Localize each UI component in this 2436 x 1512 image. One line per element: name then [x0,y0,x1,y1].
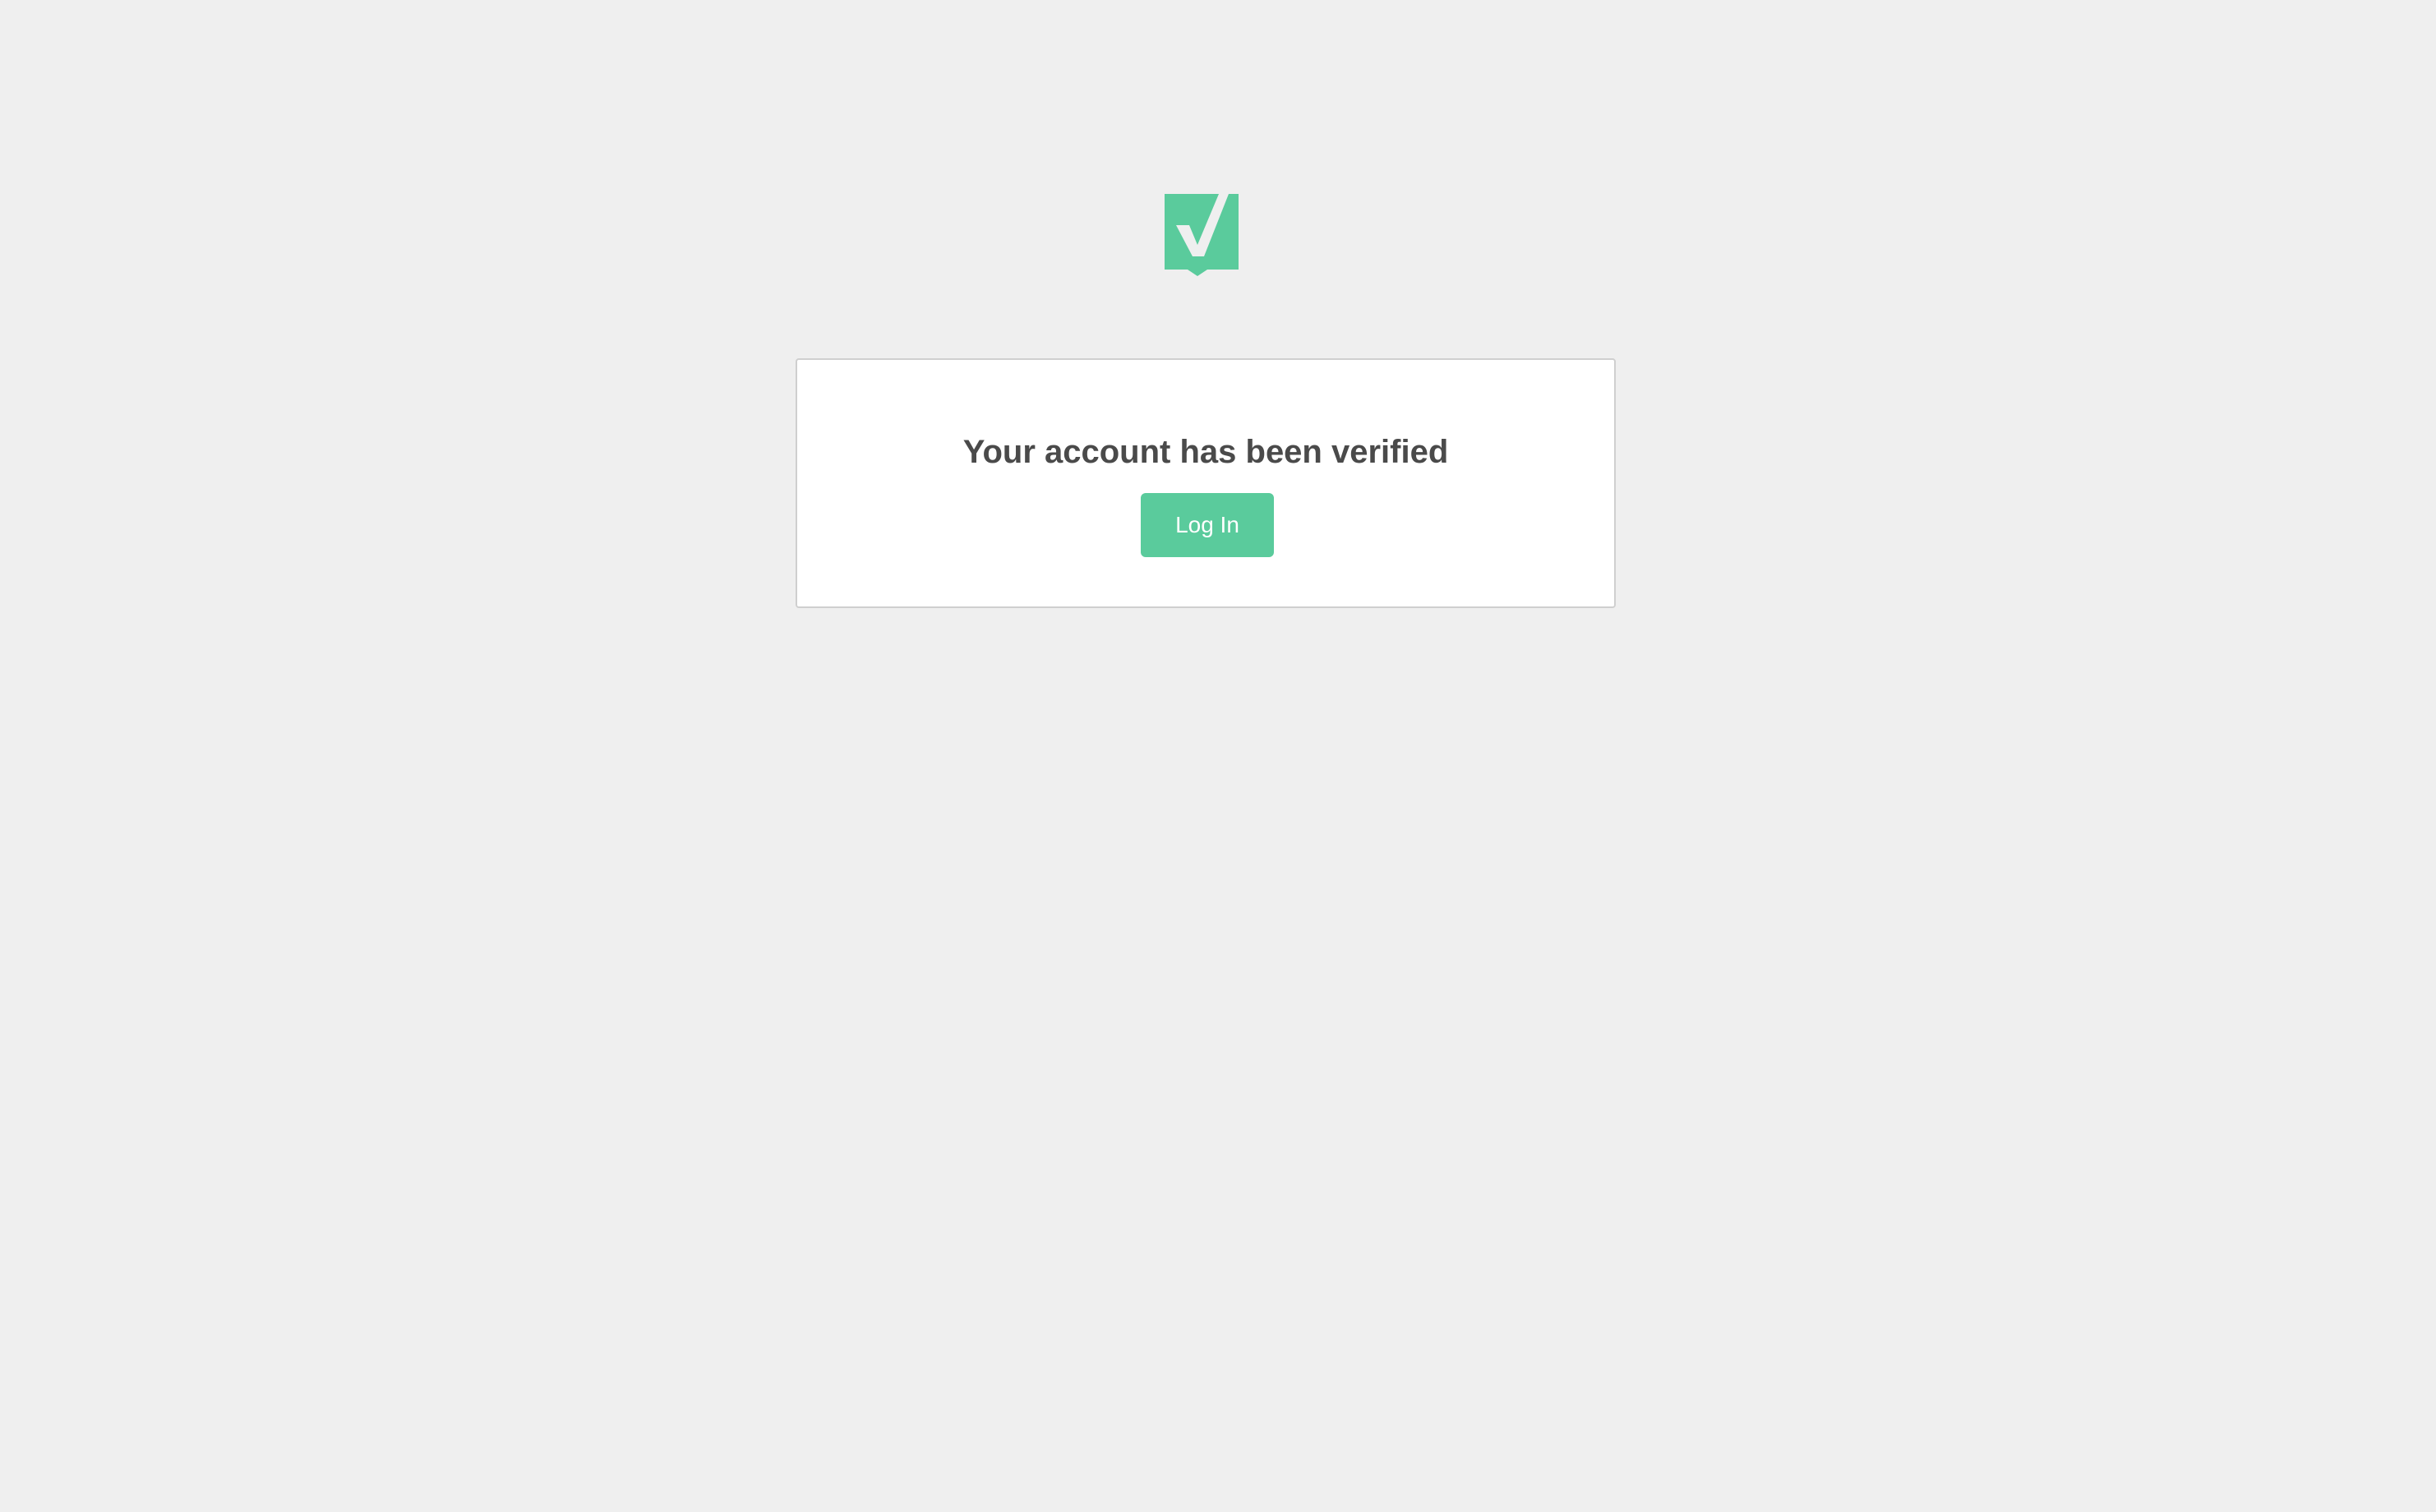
verification-message: Your account has been verified [962,434,1449,470]
verification-card: Your account has been verified Log In [796,358,1616,608]
verification-page: Your account has been verified Log In [0,0,2436,1512]
login-button[interactable]: Log In [1141,493,1274,557]
logo-checkmark-icon [1165,194,1239,276]
